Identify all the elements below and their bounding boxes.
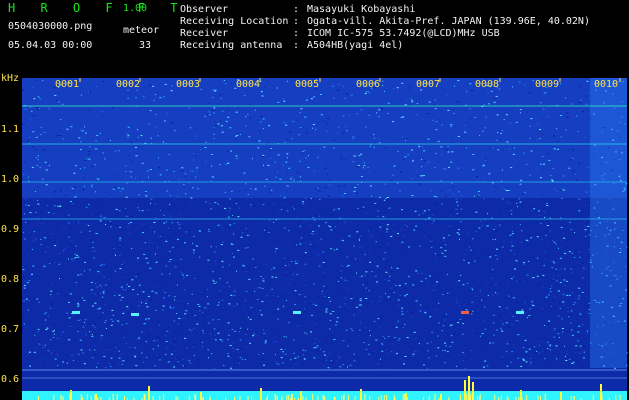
info-sep: : [293, 40, 300, 51]
frame-label: 0004 [236, 79, 261, 90]
meteor-label: meteor [123, 25, 160, 36]
frame-label: 0009 [535, 79, 560, 90]
meteor-echo [72, 311, 80, 314]
spectrogram [22, 78, 628, 400]
info-value: Ogata-vill. Akita-Pref. JAPAN (139.96E, … [307, 16, 590, 27]
freq-tick: 0.8 [1, 274, 20, 285]
info-row-receiver: Receiver : ICOM IC-575 53.7492(@LCD)MHz … [180, 28, 590, 40]
info-row-location: Receiving Location : Ogata-vill. Akita-P… [180, 16, 590, 28]
frame-label: 0002 [116, 79, 141, 90]
frame-label: 0005 [295, 79, 320, 90]
info-row-observer: Observer : Masayuki Kobayashi [180, 4, 590, 16]
info-value: ICOM IC-575 53.7492(@LCD)MHz USB [307, 28, 500, 39]
meteor-echo [516, 311, 524, 314]
freq-tick: 1.1 [1, 124, 20, 135]
info-label: Receiving antenna [180, 40, 283, 51]
meteor-count: 33 [139, 40, 152, 51]
info-sep: : [293, 28, 300, 39]
info-row-antenna: Receiving antenna : A504HB(yagi 4el) [180, 40, 590, 52]
info-sep: : [293, 4, 300, 15]
info-value: A504HB(yagi 4el) [307, 40, 404, 51]
datetime: 05.04.03 00:00 [8, 40, 93, 51]
right-band [590, 78, 627, 368]
observer-info: Observer : Masayuki Kobayashi Receiving … [180, 4, 590, 52]
spectrogram-band [22, 78, 627, 198]
info-label: Receiving Location [180, 16, 289, 27]
frame-label: 0003 [176, 79, 201, 90]
frame-label: 0008 [475, 79, 500, 90]
freq-tick: 0.9 [1, 224, 20, 235]
frame-label: 0007 [416, 79, 441, 90]
app-version: 1.00 [123, 3, 148, 14]
info-label: Observer [180, 4, 229, 15]
freq-tick: 0.7 [1, 324, 20, 335]
frame-label: 0006 [356, 79, 381, 90]
frame-label: 0001 [55, 79, 80, 90]
info-sep: : [293, 16, 300, 27]
meteor-echo [293, 311, 301, 314]
frame-label: 0010 [594, 79, 619, 90]
app-title: H R O F F T [8, 1, 187, 15]
freq-tick: 0.6 [1, 374, 20, 385]
meteor-echo [131, 313, 139, 316]
info-label: Receiver [180, 28, 229, 39]
info-value: Masayuki Kobayashi [307, 4, 416, 15]
meteor-echo [461, 311, 469, 314]
file-name: 0504030000.png [8, 21, 93, 32]
axis-unit: kHz [1, 73, 20, 84]
freq-tick: 1.0 [1, 174, 20, 185]
